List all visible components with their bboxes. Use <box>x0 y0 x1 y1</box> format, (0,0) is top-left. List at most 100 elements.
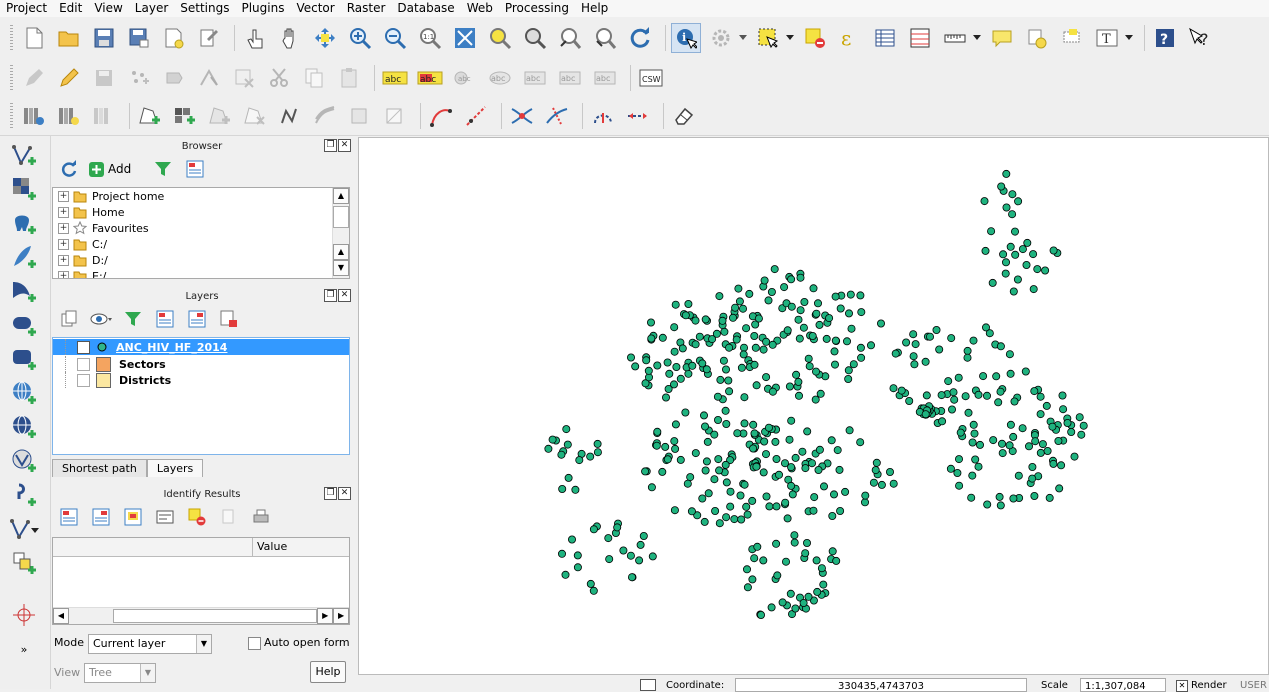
menu-settings[interactable]: Settings <box>174 0 235 16</box>
health-facility-point[interactable] <box>804 354 813 363</box>
health-facility-point[interactable] <box>753 542 762 551</box>
health-facility-point[interactable] <box>835 465 844 474</box>
health-facility-point[interactable] <box>691 316 700 325</box>
menu-plugins[interactable]: Plugins <box>235 0 290 16</box>
health-facility-point[interactable] <box>1005 441 1014 450</box>
health-facility-point[interactable] <box>715 466 724 475</box>
health-facility-point[interactable] <box>996 387 1005 396</box>
health-facility-point[interactable] <box>733 429 742 438</box>
health-facility-point[interactable] <box>982 323 991 332</box>
print-result-icon[interactable] <box>249 505 273 529</box>
health-facility-point[interactable] <box>787 416 796 425</box>
health-facility-point[interactable] <box>857 308 866 317</box>
scroll-left-icon[interactable]: ◀ <box>53 608 69 624</box>
health-facility-point[interactable] <box>573 551 582 560</box>
health-facility-point[interactable] <box>1013 275 1022 284</box>
add-group-icon[interactable] <box>57 307 81 331</box>
health-facility-point[interactable] <box>955 455 964 464</box>
health-facility-point[interactable] <box>699 411 708 420</box>
health-facility-point[interactable] <box>786 589 795 598</box>
save-project-icon[interactable] <box>89 23 119 53</box>
health-facility-point[interactable] <box>1030 387 1039 396</box>
health-facility-point[interactable] <box>814 465 823 474</box>
health-facility-point[interactable] <box>970 429 979 438</box>
health-facility-point[interactable] <box>683 479 692 488</box>
health-facility-point[interactable] <box>844 366 853 375</box>
health-facility-point[interactable] <box>974 390 983 399</box>
health-facility-point[interactable] <box>681 408 690 417</box>
health-facility-point[interactable] <box>956 428 965 437</box>
health-facility-point[interactable] <box>1014 471 1023 480</box>
health-facility-point[interactable] <box>1045 493 1054 502</box>
health-facility-point[interactable] <box>760 437 769 446</box>
health-facility-point[interactable] <box>804 592 813 601</box>
copy-result-icon[interactable] <box>217 505 241 529</box>
health-facility-point[interactable] <box>646 318 655 327</box>
health-facility-point[interactable] <box>750 331 759 340</box>
menu-project[interactable]: Project <box>0 0 53 16</box>
health-facility-point[interactable] <box>1049 246 1058 255</box>
health-facility-point[interactable] <box>771 437 780 446</box>
health-facility-point[interactable] <box>670 347 679 356</box>
health-facility-point[interactable] <box>807 459 816 468</box>
health-facility-point[interactable] <box>935 345 944 354</box>
health-facility-point[interactable] <box>676 455 685 464</box>
health-facility-point[interactable] <box>969 336 978 345</box>
health-facility-point[interactable] <box>1043 446 1052 455</box>
health-facility-point[interactable] <box>589 586 598 595</box>
health-facility-point[interactable] <box>1048 422 1057 431</box>
health-facility-point[interactable] <box>877 319 886 328</box>
health-facility-point[interactable] <box>1036 448 1045 457</box>
health-facility-point[interactable] <box>687 507 696 516</box>
health-facility-point[interactable] <box>830 347 839 356</box>
add-spatialite-layer-icon[interactable] <box>9 242 39 272</box>
health-facility-point[interactable] <box>760 276 769 285</box>
add-ring-icon[interactable] <box>135 101 165 131</box>
health-facility-point[interactable] <box>563 440 572 449</box>
expand-icon[interactable]: + <box>58 222 69 234</box>
manage-visibility-icon[interactable] <box>89 307 113 331</box>
zoom-to-layer-icon[interactable] <box>520 23 550 53</box>
float-panel-icon[interactable]: ❐ <box>324 139 337 152</box>
zoom-last-icon[interactable] <box>555 23 585 53</box>
health-facility-point[interactable] <box>701 466 710 475</box>
health-facility-point[interactable] <box>773 571 782 580</box>
health-facility-point[interactable] <box>979 372 988 381</box>
health-facility-point[interactable] <box>861 491 870 500</box>
simplify-feature-icon[interactable] <box>345 101 375 131</box>
health-facility-point[interactable] <box>740 419 749 428</box>
health-facility-point[interactable] <box>1002 169 1011 178</box>
health-facility-point[interactable] <box>1009 494 1018 503</box>
health-facility-point[interactable] <box>1038 440 1047 449</box>
health-facility-point[interactable] <box>1067 427 1076 436</box>
health-facility-point[interactable] <box>604 534 613 543</box>
health-facility-point[interactable] <box>745 289 754 298</box>
attribute-table-icon[interactable] <box>870 23 900 53</box>
health-facility-point[interactable] <box>905 396 914 405</box>
health-facility-point[interactable] <box>815 445 824 454</box>
health-facility-point[interactable] <box>1029 285 1038 294</box>
health-facility-point[interactable] <box>791 604 800 613</box>
toolbar-grip[interactable] <box>10 103 13 129</box>
health-facility-point[interactable] <box>721 365 730 374</box>
chevron-down-icon[interactable] <box>1123 23 1135 53</box>
offset-curve-icon[interactable] <box>310 101 340 131</box>
health-facility-point[interactable] <box>1005 350 1014 359</box>
health-facility-point[interactable] <box>799 598 808 607</box>
health-facility-point[interactable] <box>856 438 865 447</box>
health-facility-point[interactable] <box>752 381 761 390</box>
health-facility-point[interactable] <box>946 464 955 473</box>
health-facility-point[interactable] <box>698 494 707 503</box>
health-facility-point[interactable] <box>976 440 985 449</box>
health-facility-point[interactable] <box>910 360 919 369</box>
health-facility-point[interactable] <box>974 462 983 471</box>
browser-item[interactable]: + Project home <box>53 188 349 204</box>
scroll-thumb[interactable] <box>333 206 349 228</box>
health-facility-point[interactable] <box>736 491 745 500</box>
open-project-icon[interactable] <box>54 23 84 53</box>
collapse-all-icon[interactable] <box>185 307 209 331</box>
health-facility-point[interactable] <box>1022 261 1031 270</box>
health-facility-point[interactable] <box>841 487 850 496</box>
menu-help[interactable]: Help <box>575 0 614 16</box>
health-facility-point[interactable] <box>1009 432 1018 441</box>
